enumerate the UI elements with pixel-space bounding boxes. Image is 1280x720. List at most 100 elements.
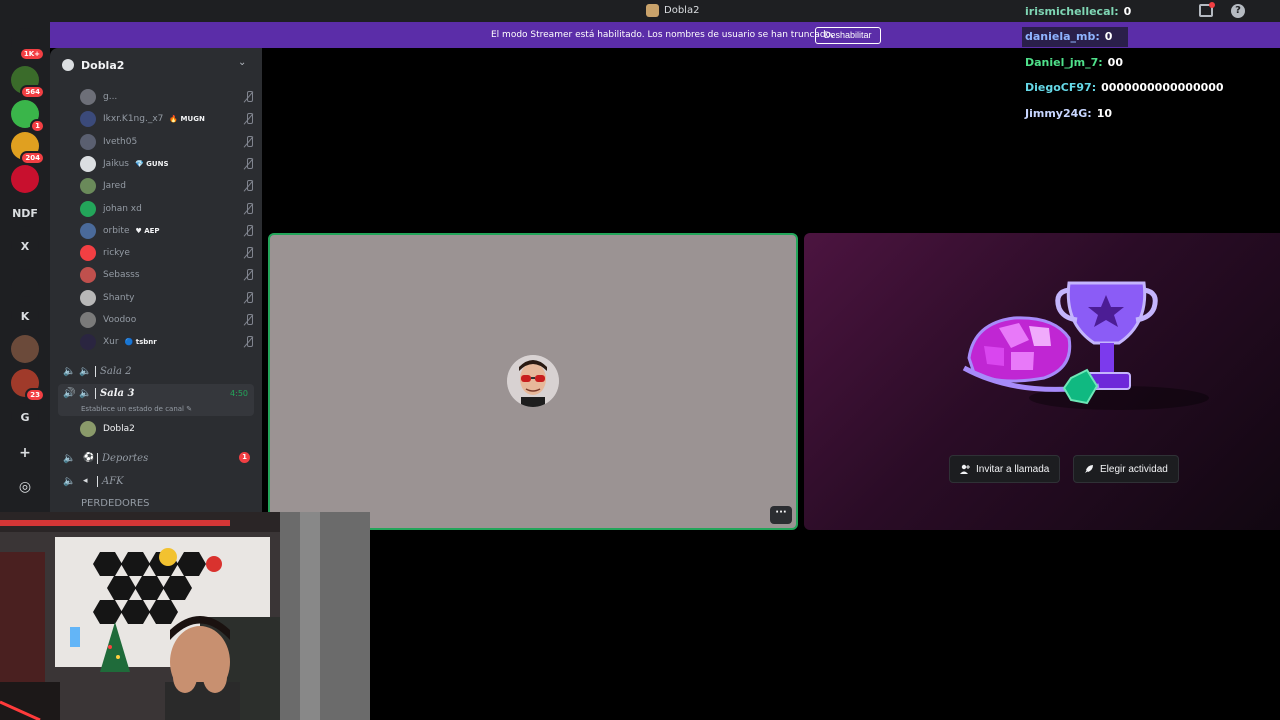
choose-activity-label: Elegir actividad [1100,463,1168,475]
server-icon-10[interactable]: 23 [11,369,45,402]
invite-to-call-button[interactable]: Invitar a llamada [949,455,1061,483]
voice-member-row[interactable]: Sebasss [80,265,255,285]
leaderboard-user: daniela_mb: [1025,30,1100,43]
server-icon-5[interactable]: NDF [11,199,39,227]
voice-member-row[interactable]: Shanty [80,288,255,308]
speaker-icon: 🔈 [63,365,76,377]
avatar [80,155,96,172]
voice-member-row[interactable]: g... [80,87,255,107]
mic-muted-icon [243,91,255,103]
voice-member-row[interactable]: Jared [80,176,255,196]
activity-panel: Invitar a llamada Elegir actividad [804,233,1280,530]
leaderboard-user: DiegoCF97: [1025,81,1097,94]
inbox-icon[interactable] [1199,2,1215,17]
more-options-button[interactable]: ··· [770,506,792,524]
voice-member-dobla2[interactable]: Dobla2 [80,419,255,439]
disable-streamer-mode-button[interactable]: Deshabilitar [815,27,881,44]
mic-muted-icon [243,224,255,237]
voice-channel-deportes[interactable]: 🔈 ⚽ Deportes 1 [58,447,254,469]
voice-channel-perdedores[interactable]: PERDEDORES [81,498,150,509]
member-name: g... [103,92,118,102]
server-icon-3[interactable]: 204 [11,132,45,165]
channel-divider [95,388,96,399]
mic-muted-icon [243,180,255,192]
avatar [80,111,96,128]
avatar [80,245,96,262]
channel-name: Deportes [102,452,149,464]
leaderboard-entry: Jimmy24G: 10 [1025,107,1112,120]
server-icon-label: X [20,239,30,253]
leaderboard-score: 0 [1123,5,1132,18]
avatar [80,133,96,150]
voice-member-row[interactable]: orbite ♥ AEP [80,221,255,241]
leaderboard-user: irismichellecal: [1025,5,1119,18]
member-tag: ♥ AEP [135,226,160,235]
server-icon-6[interactable]: X [11,232,39,260]
member-name: Xur [103,337,119,348]
member-name: Voodoo [103,315,137,325]
server-icon-11[interactable]: G [11,403,39,431]
mic-muted-icon [243,314,255,326]
rocket-icon [1084,464,1094,474]
server-notification-badge: 564 [20,85,45,99]
avatar [80,312,96,328]
server-icon-9[interactable] [11,335,39,363]
channel-status-prompt[interactable]: Establece un estado de canal ✎ [81,405,192,413]
member-tag: 🔥 MUGN [169,115,205,124]
server-icon-1[interactable]: 564 [11,66,45,99]
avatar [80,178,96,195]
server-icon-0[interactable]: 1K+ [11,28,45,61]
channel-name: Sala 3 [100,388,135,399]
chevron-down-icon[interactable]: ⌄ [238,57,246,68]
server-icon-2[interactable]: 1 [11,100,45,133]
avatar [80,334,96,351]
mic-muted-icon [243,135,255,148]
leaderboard-score: 0 [1104,30,1113,43]
channel-divider [97,452,98,464]
mic-muted-icon [243,202,255,215]
voice-member-row[interactable]: Voodoo [80,310,255,330]
voice-member-row[interactable]: rickye [80,243,255,263]
server-guide-icon [62,59,74,71]
speaker-icon: 🔈 [63,452,76,464]
member-name: Jaikus [103,158,129,169]
mic-muted-icon [243,336,255,348]
channel-divider [95,365,96,377]
add-server-icon[interactable]: + [11,439,39,467]
streamer-webcam [0,512,370,720]
voice-channel-sala-2[interactable]: 🔈 🔈 Sala 2 [58,360,254,382]
server-icon-4[interactable] [11,165,39,193]
server-notification-badge: 23 [25,388,45,402]
server-icon-8[interactable]: K [11,302,39,330]
avatar [80,222,96,239]
mic-muted-icon [243,269,255,281]
member-tag: 💎 GUNS [135,159,169,168]
server-icon-7[interactable] [11,269,39,297]
voice-member-row[interactable]: Iveth05 [80,132,255,152]
member-name: Jared [103,181,126,192]
leaderboard-score: 00 [1107,56,1123,69]
participant-video-tile[interactable]: ··· [268,233,798,530]
voice-member-row[interactable]: Ikxr.K1ng._x7 🔥 MUGN [80,109,255,129]
choose-activity-button[interactable]: Elegir actividad [1073,455,1179,483]
voice-member-row[interactable]: Jaikus 💎 GUNS [80,154,255,174]
voice-member-row[interactable]: Xur 🔵 tsbnr [80,332,255,352]
leaderboard-user: Jimmy24G: [1025,107,1092,120]
voice-channel-afk[interactable]: 🔈 ◂ AFK [58,470,254,492]
server-notification-badge: 1K+ [18,47,45,61]
server-notification-badge: 204 [20,151,45,165]
banner-text: El modo Streamer está habilitado. Los no… [491,30,834,40]
help-icon[interactable]: ? [1231,4,1245,18]
invite-label: Invitar a llamada [976,463,1050,475]
speaker-small-icon: ◂ [83,476,88,486]
server-icon-label: NDF [12,206,38,220]
voice-member-row[interactable]: johan xd [80,199,255,219]
leaderboard-entry: Daniel_jm_7: 00 [1025,56,1123,69]
discover-icon[interactable]: ◎ [11,473,39,501]
avatar [80,289,96,306]
participant-avatar [507,355,559,407]
channel-name: Sala 2 [100,365,132,377]
server-header[interactable]: Dobla2 ⌄ [50,48,262,82]
member-name: Sebasss [103,270,140,281]
speaker-icon: 🔈 [79,365,92,377]
